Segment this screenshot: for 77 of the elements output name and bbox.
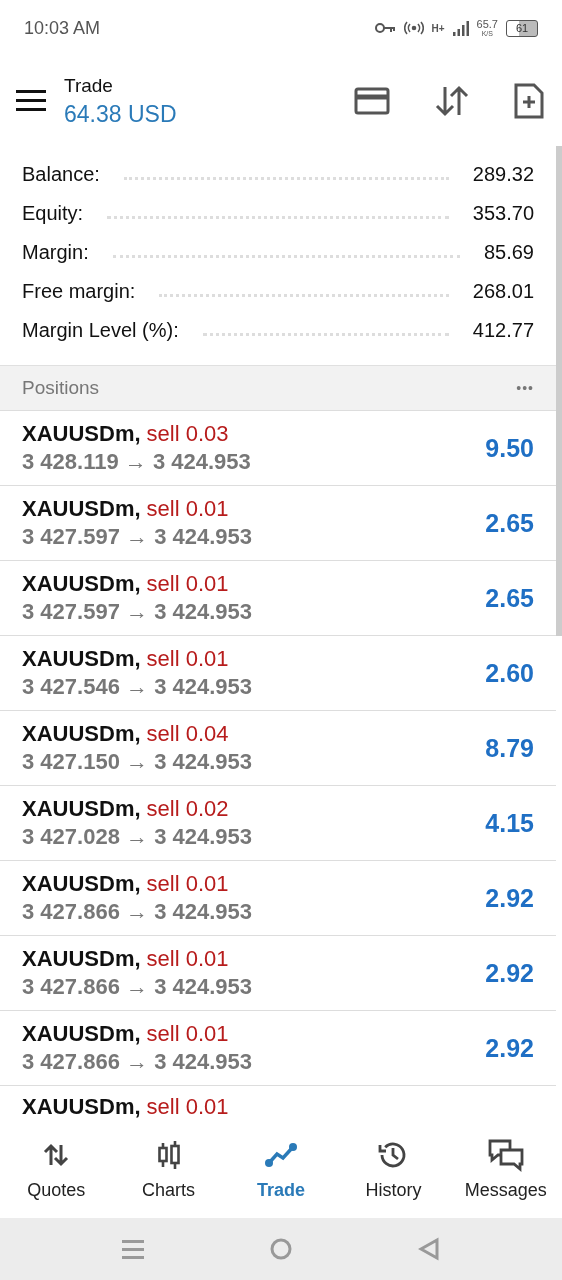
trade-side: sell 0.02 — [146, 796, 229, 822]
profit-value: 2.65 — [485, 508, 534, 538]
nav-tab[interactable]: Charts — [112, 1120, 225, 1218]
nav-tab[interactable]: Trade — [224, 1120, 338, 1218]
position-row[interactable]: XAUUSDm, sell 0.01 3 427.866 → 3 424.953 2.92 — [0, 1011, 556, 1086]
symbol: XAUUSDm, — [22, 796, 141, 822]
price-range: 3 428.119 → 3 424.953 — [22, 449, 252, 475]
trade-side: sell 0.01 — [146, 1094, 229, 1120]
symbol: XAUUSDm, — [22, 421, 141, 447]
symbol: XAUUSDm, — [22, 1094, 141, 1120]
more-button[interactable]: ••• — [516, 380, 534, 396]
section-title: Positions — [22, 377, 100, 399]
symbol: XAUUSDm, — [22, 496, 141, 522]
symbol: XAUUSDm, — [22, 571, 141, 597]
battery-indicator: 61 — [506, 19, 538, 37]
card-icon[interactable] — [354, 87, 390, 115]
account-label: Equity: — [22, 202, 84, 225]
sort-arrows-icon[interactable] — [434, 85, 470, 117]
status-time: 10:03 AM — [24, 17, 101, 39]
symbol: XAUUSDm, — [22, 1021, 141, 1047]
nav-tab[interactable]: History — [337, 1120, 450, 1218]
price-range: 3 427.597 → 3 424.953 — [22, 524, 253, 550]
chat-bubbles-icon — [486, 1137, 525, 1172]
signal-icon — [452, 20, 469, 36]
network-speed: 65.7 — [476, 19, 498, 30]
trade-side: sell 0.01 — [146, 1021, 229, 1047]
symbol: XAUUSDm, — [22, 946, 141, 972]
profit-value: 2.60 — [485, 658, 534, 688]
trade-side: sell 0.01 — [146, 496, 229, 522]
trade-side: sell 0.03 — [146, 421, 229, 447]
symbol: XAUUSDm, — [22, 646, 141, 672]
account-value: 412.77 — [472, 319, 534, 342]
price-range: 3 427.597 → 3 424.953 — [22, 599, 253, 625]
position-row[interactable]: XAUUSDm, sell 0.04 3 427.150 → 3 424.953 8.79 — [0, 711, 556, 786]
symbol: XAUUSDm, — [22, 721, 141, 747]
symbol: XAUUSDm, — [22, 871, 141, 897]
profit-value: 8.79 — [485, 733, 534, 763]
price-range: 3 427.866 → 3 424.953 — [22, 899, 253, 925]
price-range: 3 427.866 → 3 424.953 — [22, 974, 253, 1000]
profit-value: 2.65 — [485, 583, 534, 613]
nav-tab[interactable]: Messages — [449, 1120, 562, 1218]
profit-value: 2.92 — [485, 883, 534, 913]
price-range: 3 427.150 → 3 424.953 — [22, 749, 253, 775]
account-value: 289.32 — [472, 163, 534, 186]
trade-side: sell 0.04 — [146, 721, 229, 747]
trade-side: sell 0.01 — [146, 946, 229, 972]
network-type: H+ — [431, 22, 445, 34]
account-value: 85.69 — [483, 241, 534, 264]
nav-tab[interactable]: Quotes — [0, 1120, 113, 1218]
menu-icon[interactable] — [16, 90, 46, 112]
profit-value: 2.92 — [485, 1033, 534, 1063]
price-range: 3 427.028 → 3 424.953 — [22, 824, 253, 850]
position-row[interactable]: XAUUSDm, sell 0.01 — [0, 1086, 556, 1120]
position-row[interactable]: XAUUSDm, sell 0.01 3 427.546 → 3 424.953 2.60 — [0, 636, 556, 711]
price-range: 3 427.866 → 3 424.953 — [22, 1049, 253, 1075]
profit-value: 2.92 — [485, 958, 534, 988]
trade-side: sell 0.01 — [146, 871, 229, 897]
account-value: 353.70 — [472, 202, 534, 225]
account-value: 268.01 — [472, 280, 534, 303]
trade-side: sell 0.01 — [146, 646, 229, 672]
key-icon — [373, 22, 396, 34]
hotspot-icon — [403, 20, 424, 36]
line-chart-icon — [264, 1140, 298, 1169]
account-balance: 64.38 USD — [64, 100, 178, 128]
account-label: Balance: — [22, 163, 100, 186]
new-document-icon[interactable] — [514, 83, 544, 119]
profit-value: 4.15 — [485, 808, 534, 838]
profit-value: 9.50 — [485, 433, 534, 463]
trade-side: sell 0.01 — [146, 571, 229, 597]
position-row[interactable]: XAUUSDm, sell 0.02 3 427.028 → 3 424.953 4.15 — [0, 786, 556, 861]
account-label: Margin Level (%): — [22, 319, 179, 342]
screen-title: Trade — [64, 74, 114, 97]
price-range: 3 427.546 → 3 424.953 — [22, 674, 253, 700]
position-row[interactable]: XAUUSDm, sell 0.01 3 427.866 → 3 424.953 2.92 — [0, 936, 556, 1011]
account-label: Free margin: — [22, 280, 136, 303]
position-row[interactable]: XAUUSDm, sell 0.01 3 427.866 → 3 424.953 2.92 — [0, 861, 556, 936]
account-label: Margin: — [22, 241, 89, 264]
